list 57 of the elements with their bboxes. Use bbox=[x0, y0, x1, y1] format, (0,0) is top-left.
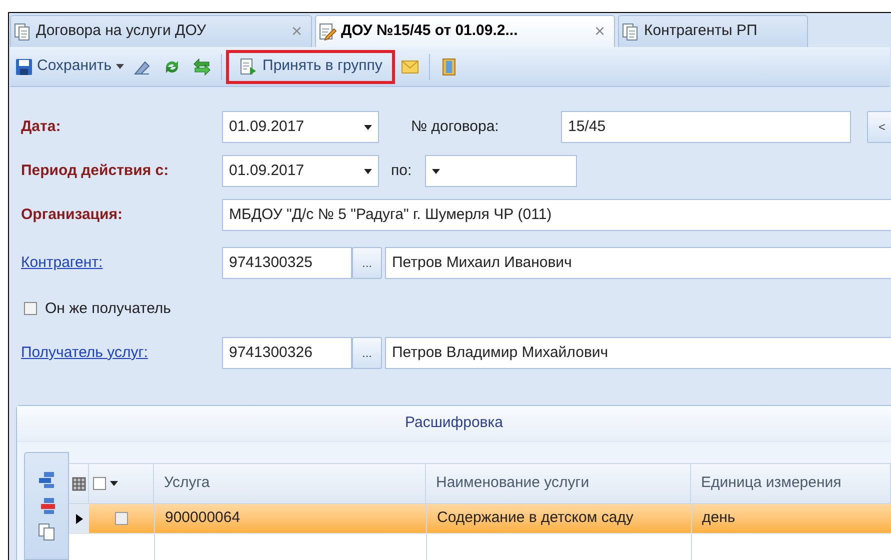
checkbox[interactable] bbox=[24, 302, 37, 315]
documents-icon bbox=[622, 22, 640, 40]
document-pen-icon bbox=[319, 22, 337, 40]
column-header[interactable]: Наименование услуги bbox=[426, 464, 691, 503]
side-button[interactable] bbox=[38, 523, 56, 541]
row-pointer-icon bbox=[76, 514, 82, 524]
name-field[interactable]: Петров Владимир Михайлович bbox=[385, 337, 891, 369]
tab[interactable]: Контрагенты РП bbox=[618, 15, 808, 47]
checkbox[interactable] bbox=[115, 512, 128, 525]
tab-label: Договора на услуги ДОУ bbox=[36, 21, 208, 42]
browse-button[interactable]: ... bbox=[352, 337, 382, 369]
tab[interactable]: Договора на услуги ДОУ × bbox=[10, 15, 312, 47]
field-label: Дата: bbox=[21, 117, 61, 137]
organization-field[interactable]: МБДОУ "Д/с № 5 "Радуга" г. Шумерля ЧР (011) bbox=[222, 199, 891, 231]
tab[interactable]: ДОУ №15/45 от 01.09.2... × bbox=[315, 15, 615, 47]
field-label: Период действия с: bbox=[21, 161, 169, 181]
tab-label: ДОУ №15/45 от 01.09.2... bbox=[341, 21, 519, 42]
name-field[interactable]: Петров Михаил Иванович bbox=[385, 247, 891, 279]
date-field[interactable]: 01.09.2017 bbox=[222, 155, 379, 187]
code-field[interactable]: 9741300325 bbox=[222, 247, 352, 279]
panel-title: Расшифровка bbox=[405, 413, 503, 434]
table-cell: 900000064 bbox=[154, 504, 426, 533]
select-all-checkbox[interactable] bbox=[93, 477, 106, 490]
grid-icon bbox=[72, 476, 86, 490]
door-icon bbox=[440, 58, 458, 76]
browse-button[interactable]: ... bbox=[352, 247, 382, 279]
field-label: № договора: bbox=[411, 117, 499, 137]
dropdown-arrow-icon bbox=[364, 168, 372, 174]
date-field[interactable] bbox=[425, 155, 577, 187]
field-label: Организация: bbox=[21, 205, 122, 225]
table-cell: день bbox=[691, 504, 891, 533]
document-arrow-icon bbox=[238, 58, 257, 76]
envelope-icon bbox=[401, 58, 420, 76]
dropdown-arrow-icon bbox=[364, 124, 372, 130]
contract-number-field[interactable]: 15/45 bbox=[561, 111, 851, 143]
field-label: Он же получатель bbox=[45, 299, 171, 319]
save-button[interactable]: Сохранить bbox=[12, 52, 127, 82]
table-cell: Содержание в детском саду bbox=[426, 504, 691, 533]
copy-icon bbox=[38, 523, 56, 541]
column-header[interactable]: Услуга bbox=[154, 464, 426, 503]
caret-icon bbox=[116, 64, 124, 69]
swap-arrows-icon bbox=[192, 58, 211, 76]
link[interactable]: Получатель услуг: bbox=[21, 342, 148, 364]
tab-label: Контрагенты РП bbox=[644, 21, 758, 42]
caret-icon bbox=[110, 481, 118, 486]
link[interactable]: Контрагент: bbox=[21, 252, 103, 274]
documents-icon bbox=[14, 22, 32, 40]
date-field[interactable]: 01.09.2017 bbox=[222, 111, 379, 143]
code-field[interactable]: 9741300326 bbox=[222, 337, 352, 369]
field-label: по: bbox=[391, 161, 412, 181]
table-row[interactable]: 900000064 Содержание в детском саду день bbox=[69, 504, 891, 534]
back-button[interactable]: < bbox=[867, 111, 891, 143]
accept-to-group-button[interactable]: Принять в группу bbox=[226, 50, 396, 84]
dropdown-arrow-icon bbox=[432, 168, 440, 174]
add-row-icon bbox=[38, 471, 56, 489]
column-header[interactable]: Единица измерения bbox=[691, 464, 891, 503]
side-button[interactable] bbox=[38, 471, 56, 489]
